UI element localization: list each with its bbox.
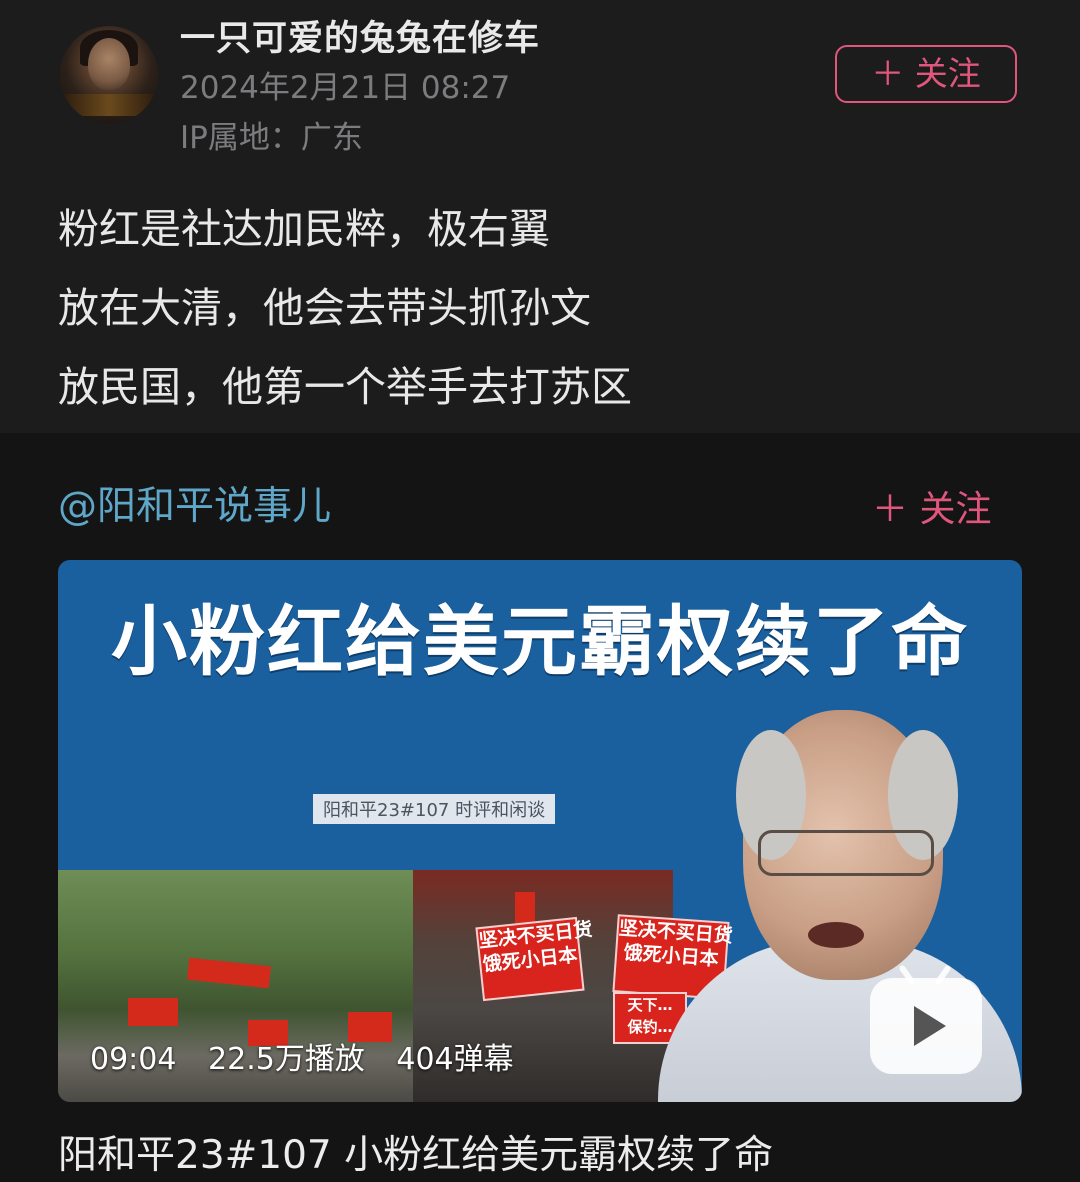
video-danmaku-count: 404弹幕 (396, 1042, 514, 1077)
post-card: 一只可爱的兔兔在修车 2024年2月21日 08:27 IP属地：广东 ＋ 关注… (0, 0, 1080, 433)
red-flag (187, 957, 271, 989)
video-thumbnail[interactable]: 小粉红给美元霸权续了命 阳和平23#107 时评和闲谈 坚决不买日货 饿死小日本… (58, 560, 1022, 1102)
ip-location: IP属地：广东 (180, 120, 363, 156)
video-caption[interactable]: 阳和平23#107 小粉红给美元霸权续了命 (58, 1124, 773, 1180)
speaker-glasses (758, 830, 934, 876)
video-duration: 09:04 (90, 1042, 177, 1077)
protest-sign: 坚决不买日货 饿死小日本 (475, 916, 593, 1002)
avatar-face (88, 38, 130, 90)
follow-button[interactable]: ＋ 关注 (835, 45, 1017, 103)
avatar-banner (60, 94, 158, 116)
play-icon[interactable] (870, 978, 982, 1074)
post-text-line: 放民国，他第一个举手去打苏区 (58, 363, 632, 411)
post-text-line: 粉红是社达加民粹，极右翼 (58, 205, 550, 253)
video-play-count: 22.5万播放 (208, 1042, 365, 1077)
video-title-overlay: 小粉红给美元霸权续了命 (111, 597, 969, 686)
username[interactable]: 一只可爱的兔兔在修车 (180, 10, 540, 61)
video-subtitle-overlay: 阳和平23#107 时评和闲谈 (313, 794, 556, 824)
post-timestamp: 2024年2月21日 08:27 (180, 70, 511, 106)
play-triangle (914, 1006, 946, 1046)
post-text-line: 放在大清，他会去带头抓孙文 (58, 284, 591, 332)
speaker-mouth (808, 922, 864, 948)
shared-follow-button[interactable]: ＋ 关注 (872, 480, 991, 532)
avatar[interactable] (60, 26, 158, 124)
post-body: 粉红是社达加民粹，极右翼 放在大清，他会去带头抓孙文 放民国，他第一个举手去打苏… (58, 190, 632, 427)
video-stats: 09:04 22.5万播放 404弹幕 (90, 1034, 536, 1078)
shared-author-link[interactable]: @阳和平说事儿 (58, 475, 331, 531)
red-flag (128, 998, 178, 1026)
